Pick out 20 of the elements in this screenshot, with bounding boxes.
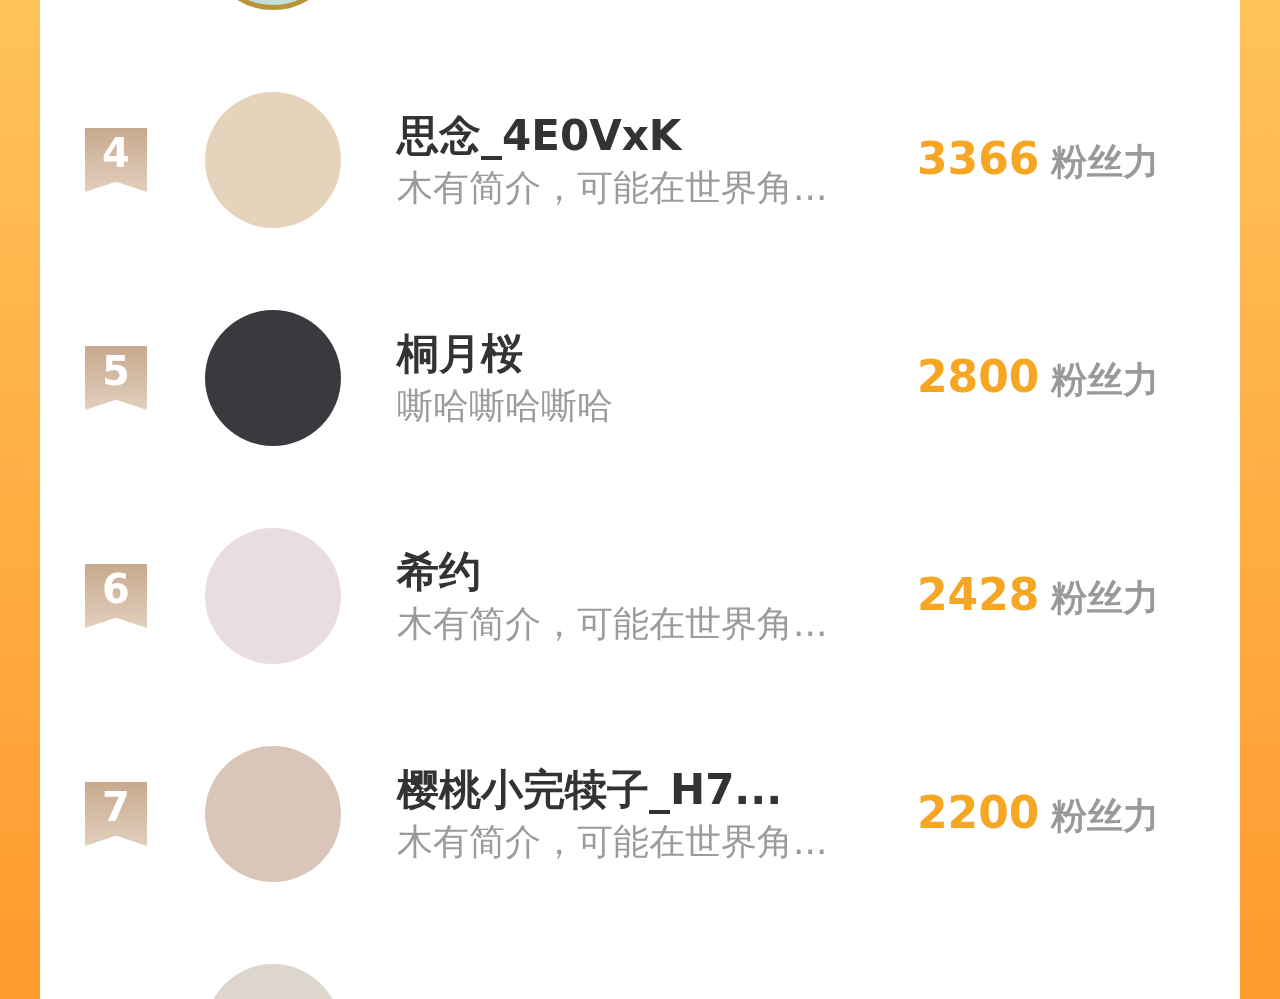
user-name: 桐月桜	[397, 329, 524, 380]
score-unit: 粉丝力	[1051, 358, 1160, 402]
user-bio: 嘶哈嘶哈嘶哈	[397, 383, 614, 427]
score-unit: 粉丝力	[1051, 576, 1160, 620]
user-bio: 木有简介，可能在世界角...	[397, 165, 829, 209]
rank-badge: 5	[85, 346, 147, 410]
score-unit: 粉丝力	[1051, 140, 1160, 184]
fan-score: 2200	[917, 787, 1040, 838]
rank-badge: 4	[85, 128, 147, 192]
fan-score: 3366	[917, 133, 1040, 184]
score-unit: 粉丝力	[1051, 794, 1160, 838]
fan-score: 2800	[917, 351, 1040, 402]
user-bio: 木有简介，可能在世界角...	[397, 819, 829, 863]
user-bio: 木有简介，可能在世界角...	[397, 601, 829, 645]
fan-score: 2428	[917, 569, 1040, 620]
user-name: 希约	[397, 547, 482, 598]
user-name: 思念_4E0VxK	[397, 111, 684, 162]
user-name: 樱桃小完犊子_H7...	[397, 765, 784, 816]
rank-badge: 6	[85, 564, 147, 628]
rank-badge: 7	[85, 782, 147, 846]
